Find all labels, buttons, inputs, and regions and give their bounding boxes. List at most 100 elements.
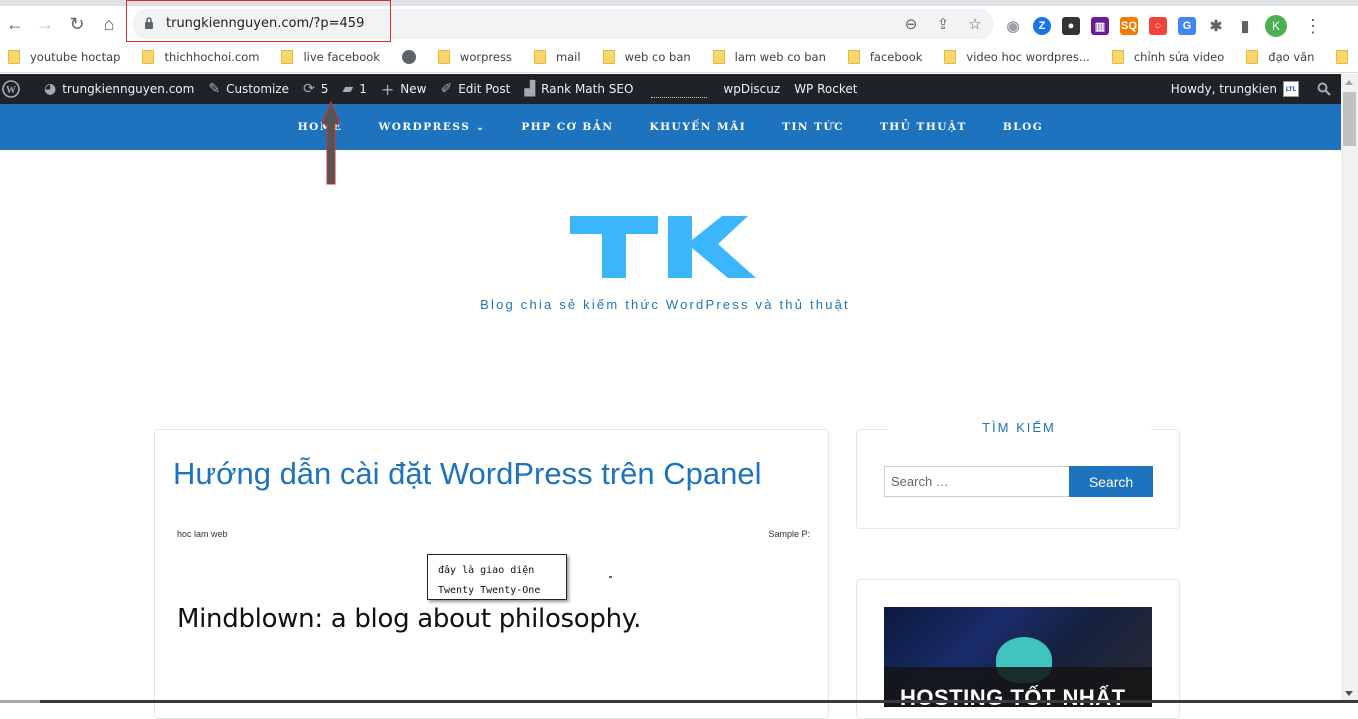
plus-icon: + <box>380 79 395 99</box>
cursor-dot <box>609 576 612 578</box>
updates-icon: ⟳ <box>303 81 315 97</box>
folder-icon <box>602 50 615 64</box>
zalo-icon[interactable]: Z <box>1033 17 1051 35</box>
folder-icon <box>437 50 450 64</box>
annotation-note: đây là giao diện Twenty Twenty-One <box>427 554 567 600</box>
bookmark-item[interactable]: chỉnh sửa video <box>1111 50 1224 64</box>
menu-item[interactable]: PHP CƠ BẢN <box>521 121 613 133</box>
embedded-site-title: hoc lam web <box>177 529 228 539</box>
reload-button[interactable]: ↻ <box>64 11 90 37</box>
page-scrollbar[interactable] <box>1341 74 1358 703</box>
search-icon[interactable] <box>1317 82 1331 96</box>
bookmark-item[interactable]: aff <box>1336 50 1358 64</box>
site-logo[interactable] <box>570 214 758 280</box>
bookmark-item[interactable]: youtube hoctap <box>8 50 120 64</box>
folder-icon <box>712 50 725 64</box>
folder-icon <box>1246 50 1259 64</box>
admin-howdy[interactable]: Howdy, trungkien <box>1171 82 1277 96</box>
banner-text: HOSTING TỐT NHẤT <box>900 685 1126 707</box>
bookmark-item[interactable]: video hoc wordpres... <box>944 50 1090 64</box>
camera-icon[interactable]: ◉ <box>1004 17 1022 35</box>
home-icon: ⌂ <box>103 13 115 34</box>
admin-new[interactable]: + New <box>381 80 427 99</box>
folder-icon <box>944 50 957 64</box>
bookmark-item[interactable] <box>401 50 426 64</box>
scroll-thumb[interactable] <box>1343 92 1356 146</box>
menu-item[interactable]: WORDPRESS ⌄ <box>378 121 485 133</box>
admin-dotted-item[interactable] <box>651 96 708 98</box>
folder-icon <box>1336 50 1349 64</box>
wp-logo-menu[interactable]: W <box>2 80 20 98</box>
zoom-out-icon[interactable]: ⊖ <box>900 13 922 35</box>
admin-wp-rocket[interactable]: WP Rocket <box>794 82 857 96</box>
wordpress-logo-icon: W <box>2 80 20 98</box>
site-tagline: Blog chia sẻ kiếm thức WordPress và thủ … <box>480 297 850 312</box>
admin-updates[interactable]: ⟳ 5 <box>303 81 328 97</box>
menu-item[interactable]: KHUYẾN MÃI <box>650 121 747 133</box>
embedded-menu-item: Sample P: <box>768 529 810 539</box>
scroll-up-arrow-icon[interactable] <box>1345 80 1353 85</box>
search-input[interactable] <box>884 466 1070 497</box>
bookmark-item[interactable]: web co ban <box>602 50 691 64</box>
home-button[interactable]: ⌂ <box>96 11 122 37</box>
admin-customize[interactable]: ✎ Customize <box>208 81 289 97</box>
kebab-menu-icon[interactable]: ⋮ <box>1304 16 1322 37</box>
scroll-down-arrow-icon[interactable] <box>1345 691 1353 696</box>
admin-wpdiscuz[interactable]: wpDiscuz <box>723 82 780 96</box>
reload-icon: ↻ <box>69 13 85 34</box>
menu-item[interactable]: THỦ THUẬT <box>880 121 967 133</box>
translate-icon[interactable]: G <box>1178 17 1196 35</box>
admin-comments[interactable]: ▰ 1 <box>342 81 366 97</box>
menu-item[interactable]: TIN TỨC <box>782 121 844 133</box>
svg-text:W: W <box>6 85 16 96</box>
brush-icon: ✎ <box>208 81 221 97</box>
search-button[interactable]: Search <box>1069 466 1153 497</box>
side-panel-icon[interactable]: ▮ <box>1236 17 1254 35</box>
wp-admin-bar: W ◕ trungkiennguyen.com ✎ Customize ⟳ 5 ▰ 1 … <box>0 74 1341 104</box>
dashboard-icon: ◕ <box>44 81 57 97</box>
menu-item[interactable]: HOME <box>298 121 343 133</box>
admin-rank-math[interactable]: ▟ Rank Math SEO <box>524 81 633 97</box>
chevron-down-icon: ⌄ <box>476 123 486 133</box>
forward-button[interactable]: → <box>32 11 58 37</box>
folder-icon <box>533 50 546 64</box>
arrow-left-icon: ← <box>6 13 24 34</box>
search-widget: TÌM KIẾM Search <box>856 420 1180 529</box>
share-icon[interactable]: ⇪ <box>932 13 954 35</box>
admin-edit-post[interactable]: ✐ Edit Post <box>440 81 510 97</box>
folder-icon <box>847 50 860 64</box>
seoquake-icon[interactable]: SQ <box>1120 17 1138 35</box>
search-widget-title: TÌM KIẾM <box>887 420 1151 435</box>
hosting-banner-image[interactable]: HOSTING TỐT NHẤT <box>884 607 1152 707</box>
bookmarks-bar: youtube hoctap thichhochoi.com live facebo… <box>0 42 1358 73</box>
bookmark-item[interactable]: mail <box>533 50 581 64</box>
menu-item[interactable]: BLOG <box>1003 121 1043 133</box>
bookmark-item[interactable]: thichhochoi.com <box>142 50 259 64</box>
hosting-banner-widget: HOSTING TỐT NHẤT <box>856 579 1180 719</box>
post-title[interactable]: Hướng dẫn cài đặt WordPress trên Cpanel <box>173 456 761 492</box>
user-avatar[interactable]: LTL <box>1283 81 1299 97</box>
globe-icon <box>401 50 416 64</box>
comment-icon: ▰ <box>342 81 354 97</box>
profile-avatar[interactable]: K <box>1265 15 1287 37</box>
analytics-icon[interactable]: ▥ <box>1091 17 1109 35</box>
primary-menu: HOME WORDPRESS ⌄ PHP CƠ BẢN KHUYẾN MÃI TIN TỨ… <box>0 104 1341 150</box>
extension-icons: ◉ Z ● ▥ SQ ○ G ✱ ▮ K ⋮ <box>1004 15 1322 37</box>
lock-icon <box>145 17 153 29</box>
bookmark-item[interactable]: worpress <box>437 50 512 64</box>
back-button[interactable]: ← <box>2 11 28 37</box>
address-bar[interactable]: trungkiennguyen.com/?p=459 ⊖ ⇪ ☆ <box>132 9 994 39</box>
star-icon[interactable]: ☆ <box>964 13 986 35</box>
extensions-icon[interactable]: ✱ <box>1207 17 1225 35</box>
folder-icon <box>281 50 294 64</box>
recorder-icon[interactable]: ● <box>1062 17 1080 35</box>
bookmark-item[interactable]: đạo văn <box>1246 50 1314 64</box>
record-red-icon[interactable]: ○ <box>1149 17 1167 35</box>
post-body-heading: Mindblown: a blog about philosophy. <box>177 604 642 634</box>
bookmark-item[interactable]: live facebook <box>281 50 380 64</box>
bookmark-item[interactable]: facebook <box>847 50 922 64</box>
url-text[interactable]: trungkiennguyen.com/?p=459 <box>166 16 364 31</box>
admin-site-name[interactable]: ◕ trungkiennguyen.com <box>44 81 194 97</box>
bookmark-item[interactable]: lam web co ban <box>712 50 826 64</box>
browser-toolbar: ← → ↻ ⌂ trungkiennguyen.com/?p=459 ⊖ ⇪ ☆… <box>0 6 1358 42</box>
